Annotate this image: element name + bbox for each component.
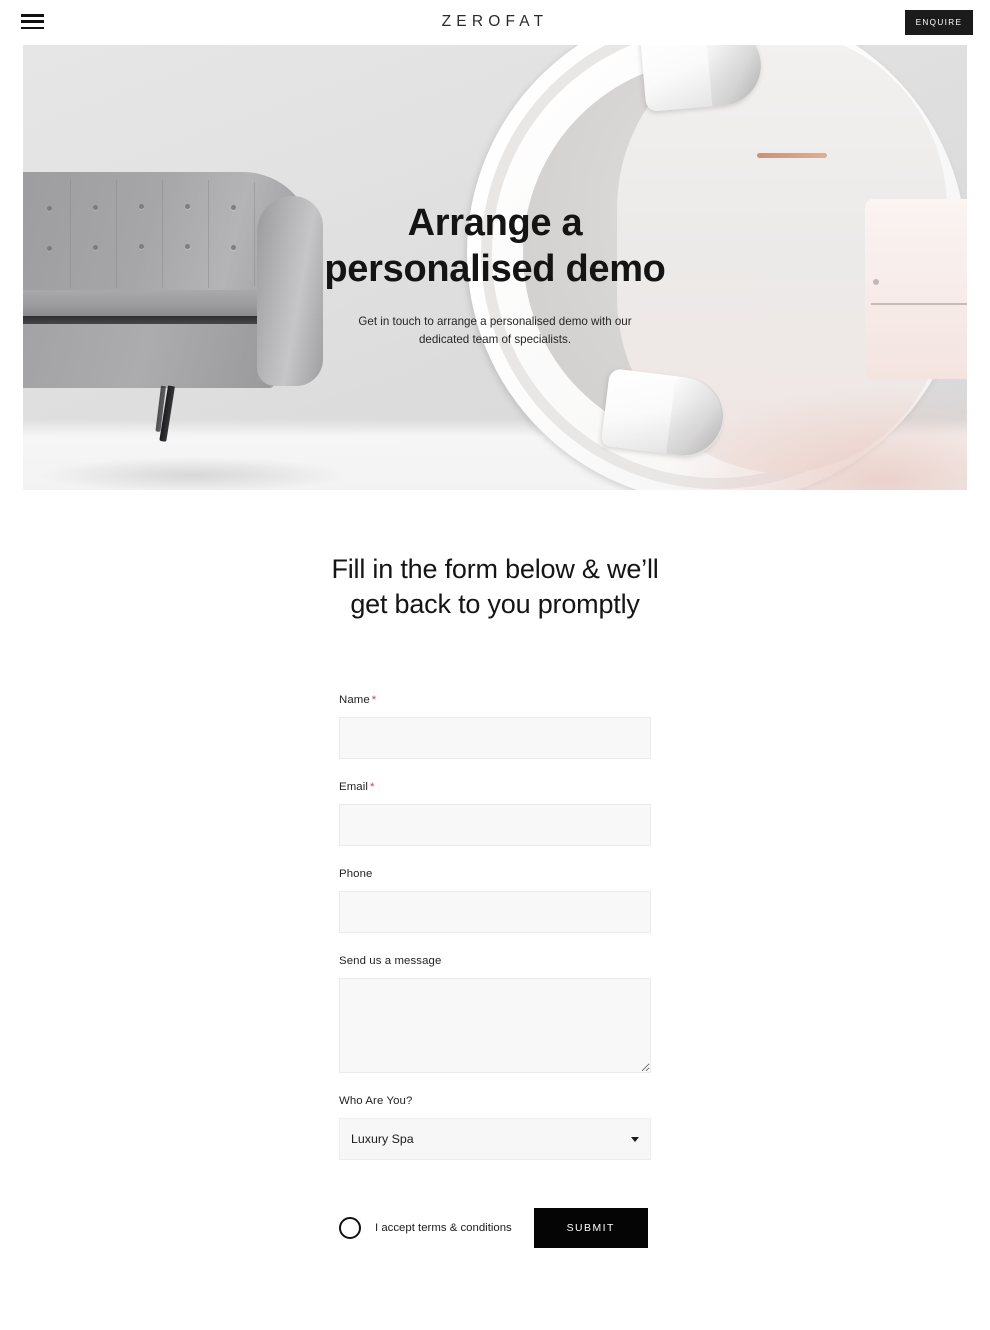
who-are-you-select-wrap: Luxury Spa [339,1118,651,1160]
form-heading-line-1: Fill in the form below & we’ll [331,554,659,584]
name-input[interactable] [339,717,651,759]
who-are-you-select[interactable]: Luxury Spa [339,1118,651,1160]
message-label: Send us a message [339,955,442,967]
hero-title-line-2: personalised demo [324,248,666,290]
submit-button[interactable]: SUBMIT [533,1208,648,1248]
phone-label: Phone [339,868,373,880]
email-label-text: Email [339,781,368,793]
field-name: Name * [339,694,651,759]
field-email: Email * [339,781,651,846]
phone-input[interactable] [339,891,651,933]
brand-logo[interactable]: ZEROFAT [0,13,990,31]
field-phone: Phone [339,868,651,933]
enquire-button[interactable]: ENQUIRE [905,10,973,35]
hero-subtitle: Get in touch to arrange a personalised d… [358,315,632,346]
name-label-text: Name [339,694,370,706]
hero-copy: Arrange a personalised demo Get in touch… [23,200,967,349]
machine-copper-accent [757,153,827,158]
required-asterisk: * [371,694,377,706]
hero-title-line-1: Arrange a [407,202,583,244]
terms-label[interactable]: I accept terms & conditions [375,1222,512,1234]
field-who-are-you: Who Are You? Luxury Spa [339,1095,651,1160]
required-asterisk: * [369,781,375,793]
message-textarea[interactable] [339,978,651,1073]
name-label: Name * [339,694,651,706]
site-header: ZEROFAT ENQUIRE [0,0,990,45]
email-input[interactable] [339,804,651,846]
hero-title: Arrange a personalised demo [23,200,967,292]
email-label: Email * [339,781,651,793]
field-message: Send us a message [339,955,651,1073]
terms-checkbox[interactable] [339,1217,361,1239]
demo-request-form: Name * Email * Phone Send us a message Who… [339,622,651,1248]
form-footer: I accept terms & conditions SUBMIT [339,1208,651,1248]
form-heading-line-2: get back to you promptly [350,589,640,619]
contact-form-section: Fill in the form below & we’ll get back … [0,490,990,1248]
hero-banner: Arrange a personalised demo Get in touch… [23,45,967,490]
who-are-you-label: Who Are You? [339,1095,413,1107]
form-heading: Fill in the form below & we’ll get back … [0,490,990,622]
